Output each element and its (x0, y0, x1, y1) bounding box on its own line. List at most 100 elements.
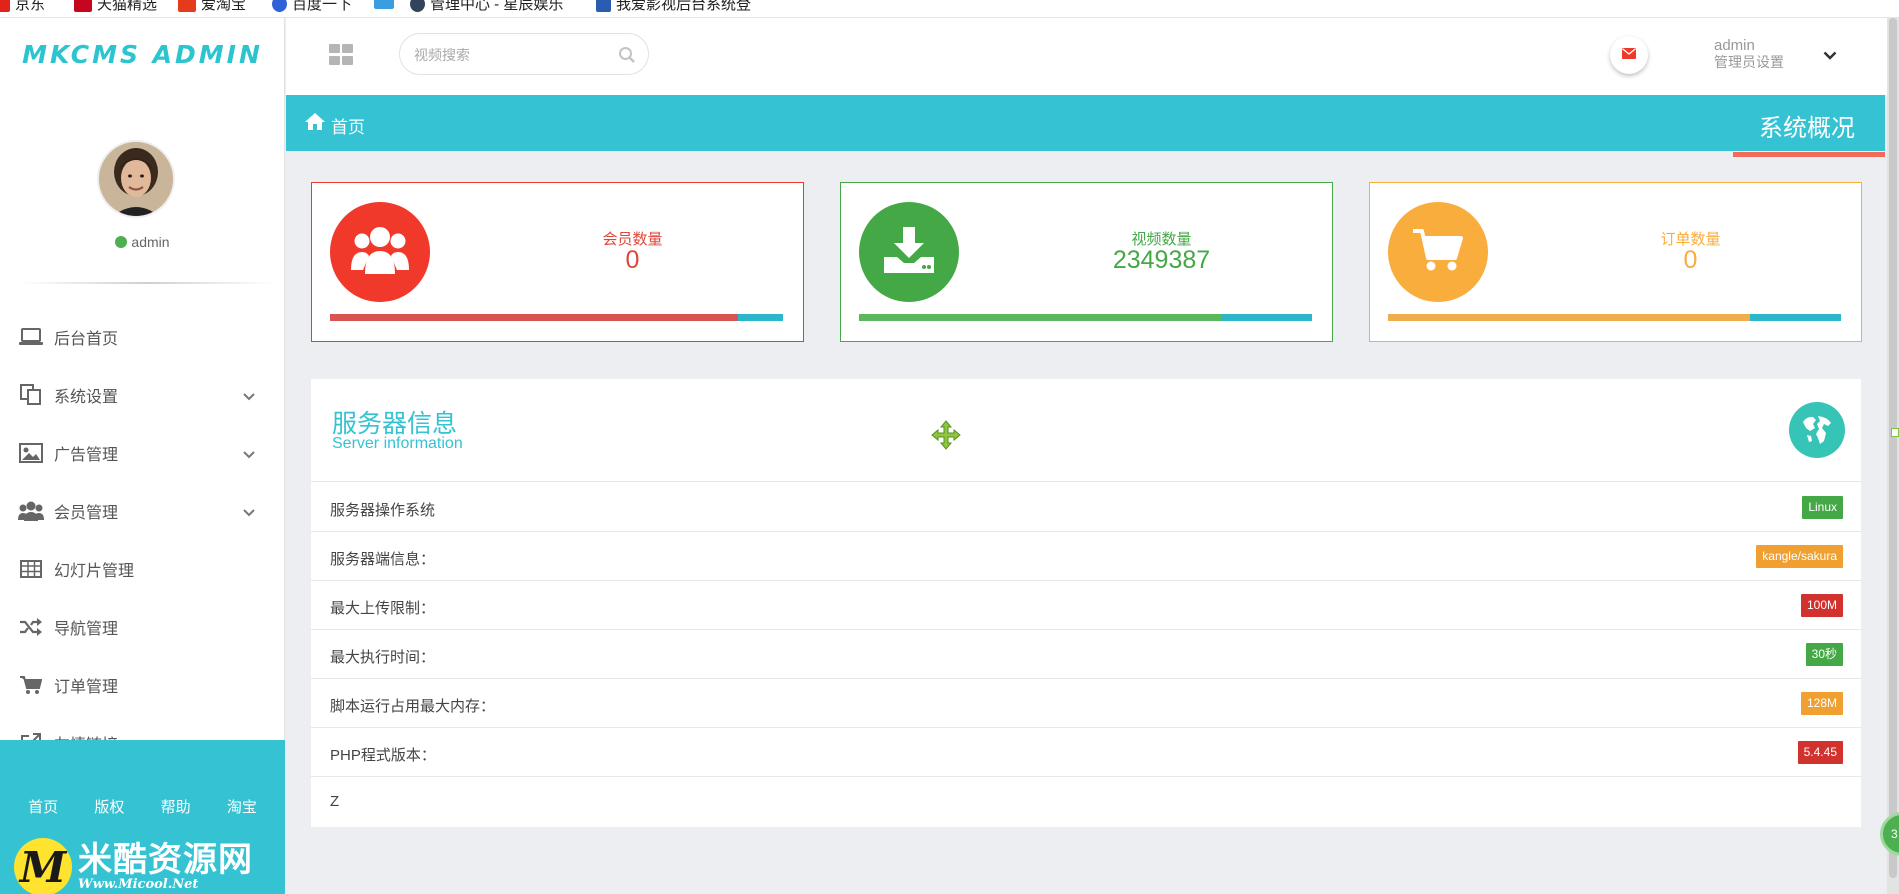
footer-link-home[interactable]: 首页 (28, 796, 58, 817)
search-input[interactable] (414, 45, 604, 65)
server-info-list: 服务器操作系统 Linux 服务器端信息： kangle/sakura 最大上传… (311, 483, 1861, 826)
stat-icon-circle (1388, 202, 1488, 302)
search-box (399, 33, 649, 75)
home-icon[interactable] (304, 112, 326, 136)
info-badge: 30秒 (1805, 643, 1843, 666)
stat-progress-bar (859, 314, 1312, 321)
info-row-server-software: 服务器端信息： kangle/sakura (311, 532, 1861, 581)
info-row-memory-limit: 脚本运行占用最大内存： 128M (311, 679, 1861, 728)
bookmark-woaiyingshi[interactable]: 我爱影视后台系统登 (596, 0, 751, 14)
avatar[interactable] (99, 142, 173, 216)
stat-progress-bar (1388, 314, 1841, 321)
app-logo[interactable]: MKCMS ADMIN (0, 40, 285, 69)
info-badge: kangle/sakura (1756, 545, 1843, 568)
grid-menu-icon[interactable] (329, 44, 354, 66)
info-badge: 100M (1800, 594, 1843, 617)
chevron-down-icon (243, 446, 255, 464)
globe-bookmark-icon (410, 0, 425, 12)
info-badge: Linux (1802, 496, 1843, 519)
info-row-exec-time: 最大执行时间： 30秒 (311, 630, 1861, 679)
cart-icon (18, 674, 44, 696)
sidebar-item-label: 幻灯片管理 (54, 563, 135, 580)
sidebar-item-members[interactable]: 会员管理 (0, 482, 285, 540)
info-row-php-version: PHP程式版本： 5.4.45 (311, 728, 1861, 777)
info-label: 服务器操作系统 (330, 502, 436, 519)
footer-link-copyright[interactable]: 版权 (94, 796, 124, 817)
sidebar-username: admin (131, 234, 170, 250)
side-marker (1891, 428, 1899, 437)
cart-icon (1413, 228, 1463, 277)
user-status: admin (0, 234, 285, 250)
scrollbar-thumb[interactable] (1889, 18, 1897, 878)
chevron-down-icon (243, 504, 255, 522)
title-underline (1733, 152, 1885, 157)
sidebar-item-ads[interactable]: 广告管理 (0, 424, 285, 482)
info-row-upload-limit: 最大上传限制： 100M (311, 581, 1861, 630)
brand-name: 米酷资源网 (78, 840, 253, 880)
sidebar-item-slides[interactable]: 幻灯片管理 (0, 540, 285, 598)
bookmark-jd[interactable]: 京东 (0, 0, 45, 14)
stat-value: 2349387 (1112, 246, 1211, 274)
envelope-icon (1622, 46, 1636, 64)
stat-progress-fill (330, 314, 738, 321)
page-titlebar: 首页 系统概况 (286, 95, 1885, 151)
brand-watermark: M 米酷资源网 Www.Micool.Net (14, 838, 253, 894)
table-icon (18, 558, 44, 580)
tmall-icon (74, 0, 92, 12)
info-badge: 128M (1800, 692, 1843, 715)
brand-url: Www.Micool.Net (78, 877, 199, 892)
sidebar: MKCMS ADMIN admin 后台首页 系统设置 广告管理 会员管理 幻灯… (0, 18, 285, 894)
stat-progress-fill (859, 314, 1222, 321)
sidebar-item-label: 后台首页 (54, 331, 119, 348)
stat-card-members[interactable]: 会员数量 0 (311, 182, 804, 342)
page-scrollbar[interactable] (1887, 18, 1899, 894)
aitaobao-icon (178, 0, 196, 12)
sidebar-item-label: 广告管理 (54, 447, 119, 464)
sidebar-item-dashboard[interactable]: 后台首页 (0, 308, 285, 366)
page-title: 系统概况 (1759, 115, 1855, 142)
bookmark-baidu[interactable]: 百度一下 (272, 0, 352, 14)
stat-card-videos[interactable]: 视频数量 2349387 (840, 182, 1333, 342)
bookmark-tmall[interactable]: 天猫精选 (74, 0, 157, 14)
laptop-icon (18, 326, 44, 348)
sidebar-item-orders[interactable]: 订单管理 (0, 656, 285, 714)
info-label: 最大执行时间： (330, 649, 436, 666)
stat-value: 0 (625, 246, 640, 274)
top-header: admin 管理员设置 (286, 18, 1899, 95)
info-badge: 5.4.45 (1797, 741, 1843, 764)
footer-links: 首页 版权 帮助 淘宝 (0, 796, 285, 817)
info-row-extra: Z (311, 777, 1861, 826)
stat-icon-circle (859, 202, 959, 302)
info-label: 脚本运行占用最大内存： (330, 698, 496, 715)
avatar-image (99, 142, 173, 216)
stat-progress-fill (1388, 314, 1751, 321)
info-label: 最大上传限制： (330, 600, 436, 617)
bookmark-aitaobao[interactable]: 爱淘宝 (178, 0, 246, 14)
header-admin-role[interactable]: 管理员设置 (1714, 55, 1784, 70)
info-row-os: 服务器操作系统 Linux (311, 483, 1861, 532)
footer-link-taobao[interactable]: 淘宝 (227, 796, 257, 817)
bookmark-site[interactable] (374, 0, 394, 9)
sidebar-item-label: 会员管理 (54, 505, 119, 522)
sidebar-item-navigation[interactable]: 导航管理 (0, 598, 285, 656)
online-dot (115, 236, 128, 248)
breadcrumb[interactable]: 首页 (331, 113, 365, 138)
sidebar-item-system-settings[interactable]: 系统设置 (0, 366, 285, 424)
floating-button[interactable]: 3 (1880, 812, 1899, 856)
globe-icon (1789, 402, 1845, 458)
move-icon[interactable] (931, 420, 961, 455)
search-icon[interactable] (618, 46, 636, 69)
bookmark-xingchen[interactable]: 管理中心 - 星辰娱乐 (410, 0, 563, 14)
sidebar-footer: 首页 版权 帮助 淘宝 M 米酷资源网 Www.Micool.Net (0, 740, 285, 894)
info-label: Z (330, 793, 340, 810)
chevron-down-icon (243, 388, 255, 406)
stat-card-orders[interactable]: 订单数量 0 (1369, 182, 1862, 342)
info-label: PHP程式版本： (330, 747, 436, 764)
stat-value: 0 (1683, 246, 1698, 274)
header-admin-name[interactable]: admin (1714, 38, 1755, 53)
footer-link-help[interactable]: 帮助 (161, 796, 191, 817)
chevron-down-icon[interactable] (1823, 47, 1837, 65)
sidebar-item-label: 系统设置 (54, 389, 119, 406)
mail-button[interactable] (1610, 36, 1648, 74)
image-icon (18, 442, 44, 464)
